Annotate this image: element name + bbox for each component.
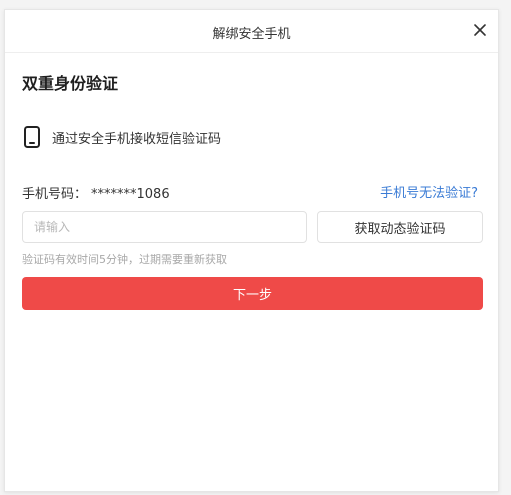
next-step-button[interactable]: 下一步 xyxy=(22,277,483,310)
section-heading: 双重身份验证 xyxy=(22,74,119,93)
phone-number-row: 手机号码： *******1086 xyxy=(22,183,170,202)
get-code-button[interactable]: 获取动态验证码 xyxy=(317,211,483,243)
phone-number-label: 手机号码： xyxy=(22,187,88,202)
verification-method: 通过安全手机接收短信验证码 xyxy=(22,126,221,148)
unbind-phone-dialog: 解绑安全手机 双重身份验证 通过安全手机接收短信验证码 手机号码： *******… xyxy=(4,9,499,492)
mobile-phone-icon xyxy=(24,126,40,148)
method-label: 通过安全手机接收短信验证码 xyxy=(52,131,222,147)
code-expiry-hint: 验证码有效时间5分钟，过期需要重新获取 xyxy=(22,253,227,266)
cannot-verify-phone-link[interactable]: 手机号无法验证? xyxy=(380,182,478,201)
close-icon[interactable] xyxy=(472,22,488,38)
masked-phone-number: *******1086 xyxy=(91,187,170,202)
dialog-header: 解绑安全手机 xyxy=(5,10,498,53)
verification-code-input[interactable] xyxy=(22,211,307,243)
dialog-title: 解绑安全手机 xyxy=(212,27,291,42)
